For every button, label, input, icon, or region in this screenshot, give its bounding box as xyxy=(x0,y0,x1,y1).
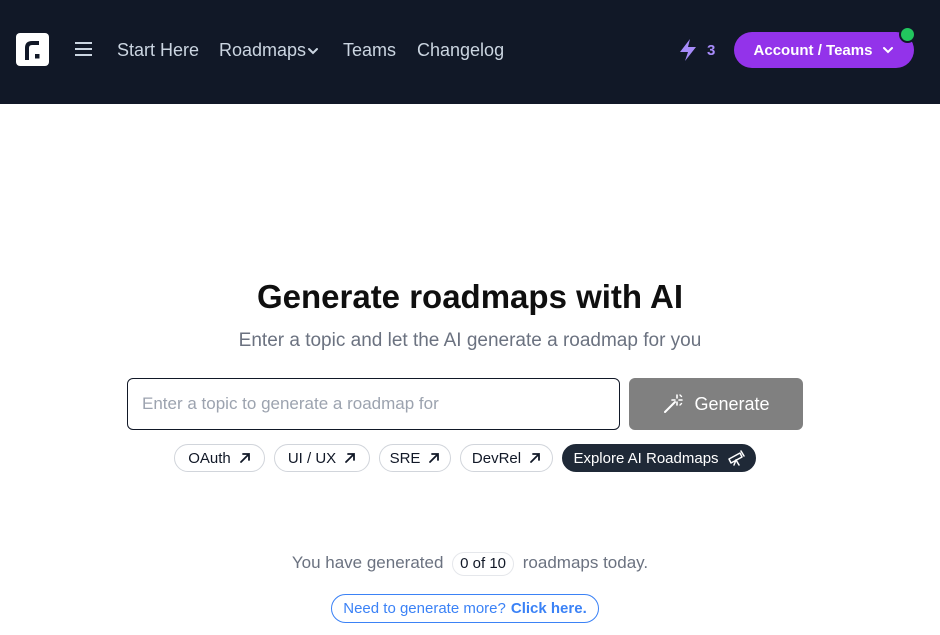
generate-button[interactable]: Generate xyxy=(629,378,803,430)
suggestion-chip-oauth[interactable]: OAuth xyxy=(174,444,265,472)
account-teams-button[interactable]: Account / Teams xyxy=(734,32,914,68)
arrow-up-right-icon xyxy=(530,453,540,463)
page-subtitle: Enter a topic and let the AI generate a … xyxy=(238,330,702,351)
roadmap-logo-icon[interactable] xyxy=(16,33,49,66)
suggestion-chip-devrel[interactable]: DevRel xyxy=(460,444,553,472)
chevron-down-icon xyxy=(308,48,318,55)
explore-label: Explore AI Roadmaps xyxy=(573,449,719,467)
page-title: Generate roadmaps with AI xyxy=(256,278,684,315)
click-here-link[interactable]: Click here. xyxy=(511,600,587,617)
suggestion-chip-sre[interactable]: SRE xyxy=(379,444,451,472)
magic-wand-icon xyxy=(664,394,684,413)
usage-prefix: You have generated xyxy=(291,553,444,572)
hamburger-icon[interactable] xyxy=(74,40,94,58)
arrow-up-right-icon xyxy=(429,453,440,463)
credits-indicator[interactable]: 3 xyxy=(678,37,715,63)
suggestion-label: OAuth xyxy=(188,449,231,467)
nav-roadmaps-label: Roadmaps xyxy=(219,40,307,60)
account-teams-label: Account / Teams xyxy=(753,41,873,59)
suggestion-label: SRE xyxy=(389,449,421,467)
suggestion-label: UI / UX xyxy=(287,449,337,467)
nav-teams[interactable]: Teams xyxy=(343,38,396,62)
online-status-dot xyxy=(899,26,916,43)
explore-ai-roadmaps-button[interactable]: Explore AI Roadmaps xyxy=(562,444,756,472)
topic-input[interactable] xyxy=(127,378,620,430)
chevron-down-icon xyxy=(883,47,894,54)
suggestion-chip-uiux[interactable]: UI / UX xyxy=(274,444,370,472)
suggestion-label: DevRel xyxy=(471,449,522,467)
arrow-up-right-icon xyxy=(345,453,356,463)
telescope-icon xyxy=(727,450,745,466)
nav-roadmaps[interactable]: Roadmaps xyxy=(219,38,318,62)
generate-more-link[interactable]: Need to generate more? Click here. xyxy=(331,594,599,623)
nav-start-here[interactable]: Start Here xyxy=(117,38,199,62)
generate-label: Generate xyxy=(694,393,770,414)
generate-more-text: Need to generate more? xyxy=(343,600,506,617)
usage-count-badge: 0 of 10 xyxy=(452,552,515,576)
usage-summary: You have generated 0 of 10 roadmaps toda… xyxy=(0,550,940,576)
arrow-up-right-icon xyxy=(239,453,250,463)
top-navbar: Start Here Roadmaps Teams Changelog 3 Ac… xyxy=(0,0,940,104)
credits-count: 3 xyxy=(707,41,716,59)
usage-suffix: roadmaps today. xyxy=(522,553,649,572)
nav-changelog[interactable]: Changelog xyxy=(417,38,504,62)
lightning-bolt-icon xyxy=(680,39,696,61)
